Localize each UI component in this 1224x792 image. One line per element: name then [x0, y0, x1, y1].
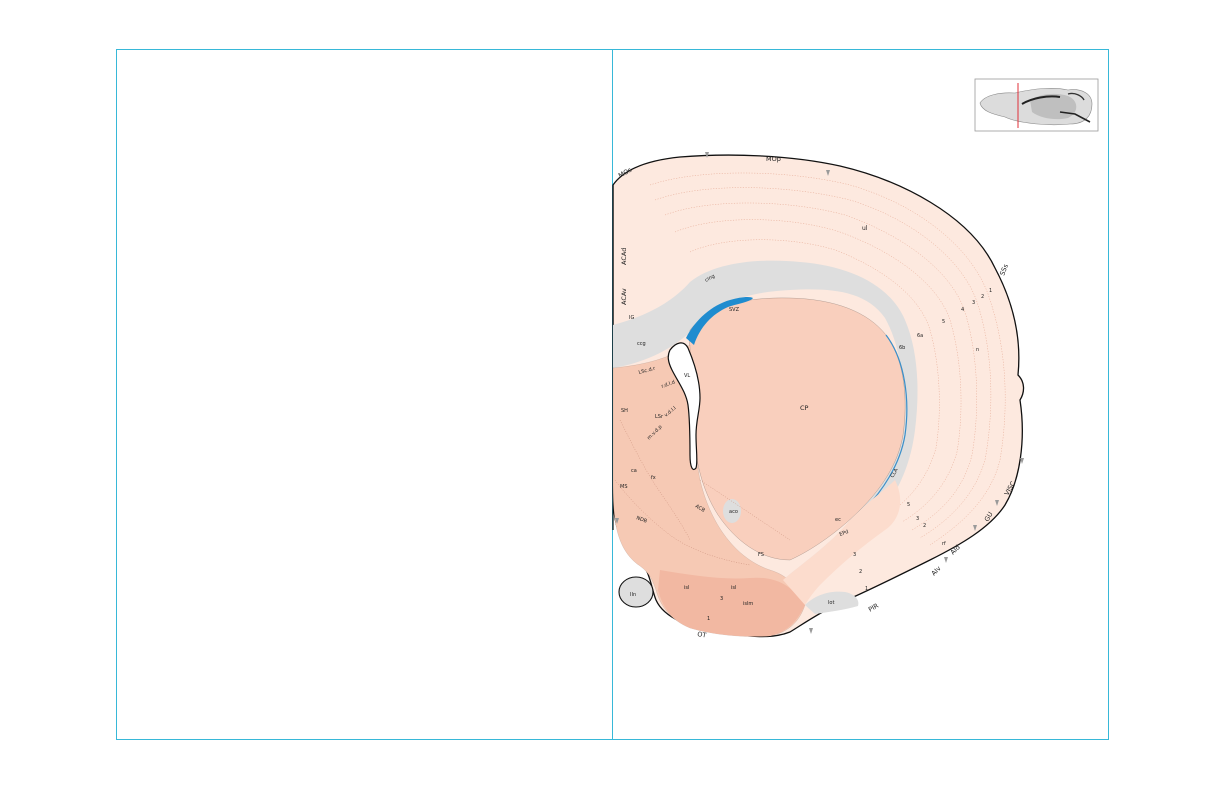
label-layer1: 1	[989, 288, 992, 294]
label-rf: rf	[942, 541, 946, 547]
coronal-section-diagram: MOs MOp ul ACAd ACAv IG ccg cing SVZ 1 2…	[612, 78, 1099, 640]
label-layer4: 4	[961, 307, 964, 313]
label-aiv: AIv	[930, 564, 943, 577]
label-layer6b: 6b	[899, 345, 905, 351]
label-layer6a: 6a	[917, 333, 923, 339]
label-layer2: 2	[981, 294, 984, 300]
label-pir-1: 1	[865, 586, 868, 592]
label-ec: ec	[835, 517, 841, 523]
label-sss-n: n	[976, 347, 979, 353]
label-lot: lot	[828, 600, 834, 606]
label-ccg: ccg	[637, 341, 646, 347]
label-ms: MS	[620, 484, 628, 490]
label-layer5: 5	[942, 319, 945, 325]
label-layer3: 3	[972, 300, 975, 306]
label-ul: ul	[862, 225, 868, 232]
label-ot-3: 3	[720, 596, 723, 602]
label-sss: SSs	[998, 262, 1010, 276]
label-fx: fx	[651, 475, 656, 481]
label-ca: ca	[631, 468, 637, 474]
label-acav: ACAv	[620, 288, 628, 305]
label-isl2: isl	[731, 585, 736, 591]
label-pir-2: 2	[859, 569, 862, 575]
label-vl: VL	[684, 373, 690, 379]
label-sh: SH	[621, 408, 628, 414]
label-pir: PIR	[867, 601, 880, 613]
label-isl: isl	[684, 585, 689, 591]
label-ig: IG	[629, 315, 634, 321]
label-iin: IIn	[630, 592, 636, 598]
sagittal-inset	[974, 78, 1099, 132]
label-ot: OT	[697, 630, 707, 639]
label-pir-3: 3	[853, 552, 856, 558]
label-ot-1: 1	[707, 616, 710, 622]
label-svz: SVZ	[729, 307, 740, 313]
label-gu-3: 3	[916, 516, 919, 522]
label-mop: MOp	[766, 155, 781, 163]
label-aco: aco	[729, 509, 738, 515]
label-cp: CP	[800, 404, 809, 412]
label-gu-2: 2	[923, 523, 926, 529]
label-lsr: LSr	[655, 414, 664, 420]
label-fs: FS	[758, 552, 764, 558]
label-acad: ACAd	[620, 248, 628, 265]
label-gu-5: 5	[907, 502, 910, 508]
label-islm: islm	[743, 601, 753, 607]
